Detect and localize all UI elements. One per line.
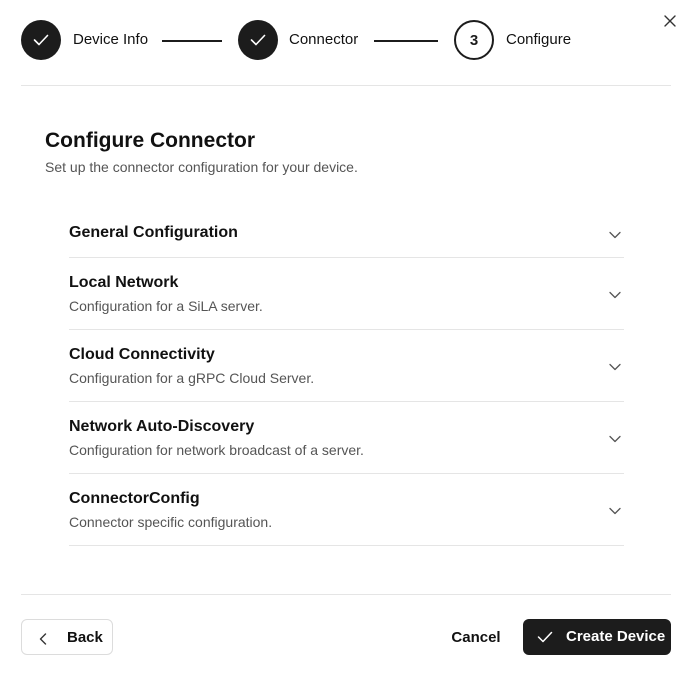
- header-divider: [21, 85, 671, 86]
- accordion-item-title: Cloud Connectivity: [69, 346, 215, 363]
- accordion-item-title: Local Network: [69, 274, 179, 291]
- back-button-label: Back: [67, 629, 103, 646]
- config-accordion: General Configuration Local Network Conf…: [69, 206, 624, 546]
- step-3-indicator: 3: [454, 20, 494, 60]
- close-button[interactable]: [662, 13, 678, 29]
- accordion-item-connector-config[interactable]: ConnectorConfig Connector specific confi…: [69, 474, 624, 546]
- chevron-down-icon: [609, 231, 621, 239]
- close-icon: [664, 15, 676, 27]
- page-title: Configure Connector: [45, 129, 255, 152]
- check-icon: [537, 630, 553, 648]
- accordion-item-local-network[interactable]: Local Network Configuration for a SiLA s…: [69, 258, 624, 330]
- footer-divider: [21, 594, 671, 595]
- step-3-label: Configure: [506, 31, 572, 48]
- chevron-down-icon: [609, 363, 621, 371]
- step-1-indicator: [21, 20, 61, 60]
- create-device-button[interactable]: Create Device: [523, 619, 671, 655]
- accordion-item-description: Connector specific configuration.: [69, 514, 273, 530]
- accordion-item-description: Configuration for network broadcast of a…: [69, 442, 364, 458]
- chevron-down-icon: [609, 291, 621, 299]
- chevron-left-icon: [39, 632, 47, 650]
- check-icon: [250, 34, 266, 46]
- chevron-down-icon: [609, 507, 621, 515]
- step-2-indicator: [238, 20, 278, 60]
- chevron-down-icon: [609, 435, 621, 443]
- check-icon: [33, 34, 49, 46]
- accordion-item-network-auto-discovery[interactable]: Network Auto-Discovery Configuration for…: [69, 402, 624, 474]
- accordion-item-general-configuration[interactable]: General Configuration: [69, 206, 624, 258]
- accordion-item-cloud-connectivity[interactable]: Cloud Connectivity Configuration for a g…: [69, 330, 624, 402]
- back-button[interactable]: Back: [21, 619, 113, 655]
- accordion-item-description: Configuration for a gRPC Cloud Server.: [69, 370, 315, 386]
- accordion-item-description: Configuration for a SiLA server.: [69, 298, 263, 314]
- cancel-button[interactable]: Cancel: [446, 619, 506, 655]
- create-device-button-label: Create Device: [566, 628, 666, 645]
- step-2-label: Connector: [289, 31, 359, 48]
- page-subtitle: Set up the connector configuration for y…: [45, 159, 358, 175]
- accordion-item-title: General Configuration: [69, 224, 238, 241]
- step-connector-line: [162, 40, 222, 42]
- step-connector-line: [374, 40, 438, 42]
- accordion-item-title: ConnectorConfig: [69, 490, 200, 507]
- step-3-number: 3: [469, 31, 479, 49]
- step-1-label: Device Info: [73, 31, 149, 48]
- accordion-item-title: Network Auto-Discovery: [69, 418, 255, 435]
- stepper: Device Info Connector 3 Configure: [21, 20, 621, 61]
